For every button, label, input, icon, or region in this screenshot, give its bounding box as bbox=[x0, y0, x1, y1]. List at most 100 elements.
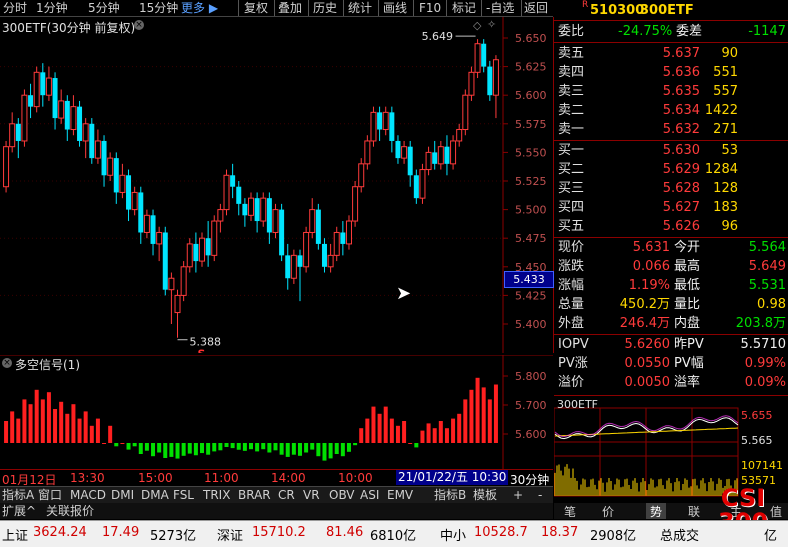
candle-body-down bbox=[40, 72, 46, 96]
close-circle-icon[interactable]: × bbox=[2, 358, 12, 368]
signal-bar-down bbox=[175, 443, 180, 459]
related-quotes-tab[interactable]: 关联报价 bbox=[46, 503, 94, 519]
candle-body-down bbox=[340, 232, 346, 244]
signal-indicator-chart[interactable]: 5.800 5.700 5.600 × 多空信号(1) bbox=[0, 355, 553, 469]
stat-row: 涨跌 0.066 最高 5.649 bbox=[554, 257, 788, 276]
signal-bar-up bbox=[475, 377, 480, 443]
close-circle-icon[interactable]: × bbox=[134, 20, 144, 30]
level-volume: 551 bbox=[713, 65, 738, 80]
bid-level-row[interactable]: 买一 5.630 53 bbox=[554, 141, 788, 160]
tab-dmi[interactable]: DMI bbox=[111, 487, 134, 503]
tab-brar[interactable]: BRAR bbox=[238, 487, 271, 503]
candle-body-down bbox=[162, 232, 168, 290]
stat-value: 246.4万 bbox=[619, 316, 670, 331]
stats-button[interactable]: 统计 bbox=[348, 0, 372, 16]
candlestick-chart[interactable]: 5.650 5.625 5.600 5.575 5.550 5.525 5.500 5.475… bbox=[0, 17, 554, 353]
signal-bar-up bbox=[53, 409, 58, 443]
level-label: 买五 bbox=[558, 219, 585, 234]
signal-bar-down bbox=[169, 443, 174, 457]
stat-label: 溢价 bbox=[558, 375, 585, 390]
candle-body-up bbox=[272, 209, 279, 233]
ask-level-row[interactable]: 卖一 5.632 271 bbox=[554, 120, 788, 139]
toolbar-divider bbox=[274, 0, 275, 16]
star-icon[interactable]: ✧ bbox=[487, 18, 496, 31]
bid-level-row[interactable]: 买四 5.627 183 bbox=[554, 198, 788, 217]
zoom-out-button[interactable]: - bbox=[538, 487, 542, 503]
signal-bar-up bbox=[463, 399, 468, 443]
signal-bar-up bbox=[83, 411, 88, 443]
stat-value: 0.98 bbox=[757, 297, 786, 312]
period-1min-button[interactable]: 1分钟 bbox=[36, 0, 68, 16]
tab-vr[interactable]: VR bbox=[303, 487, 320, 503]
candle-body-up bbox=[333, 231, 340, 256]
candle-body-down bbox=[138, 192, 144, 233]
tab-asi[interactable]: ASI bbox=[360, 487, 379, 503]
level-volume: 90 bbox=[721, 46, 738, 61]
signal-bar-up bbox=[16, 418, 21, 443]
f10-button[interactable]: F10 bbox=[419, 0, 441, 16]
tab-window[interactable]: 窗口 bbox=[38, 487, 62, 503]
zoom-in-button[interactable]: + bbox=[513, 487, 523, 503]
candle-body-up bbox=[211, 220, 218, 256]
time-label: 14:00 bbox=[271, 471, 306, 485]
tab-template[interactable]: 模板 bbox=[473, 487, 497, 503]
mark-button[interactable]: 标记 bbox=[452, 0, 476, 16]
expand-button[interactable]: 扩展^ bbox=[2, 503, 36, 519]
y-tick-label: 5.625 bbox=[515, 61, 547, 74]
signal-bar-up bbox=[377, 413, 382, 443]
stat-value: 0.0550 bbox=[624, 356, 671, 371]
mini-chart-title: 300ETF bbox=[557, 398, 598, 411]
tab-trades[interactable]: 笔 bbox=[564, 503, 576, 520]
signal-bar-up bbox=[359, 428, 364, 443]
diamond-icon[interactable]: ◇ bbox=[473, 19, 481, 32]
tab-obv[interactable]: OBV bbox=[329, 487, 355, 503]
ask-level-row[interactable]: 卖三 5.635 557 bbox=[554, 82, 788, 101]
zx-change: 18.37 bbox=[541, 525, 579, 540]
signal-bar-up bbox=[420, 430, 425, 443]
draw-line-button[interactable]: 画线 bbox=[383, 0, 407, 16]
back-button[interactable]: 返回 bbox=[524, 0, 548, 16]
overlay-button[interactable]: 叠加 bbox=[278, 0, 302, 16]
tab-macd[interactable]: MACD bbox=[70, 487, 106, 503]
tab-trix[interactable]: TRIX bbox=[203, 487, 230, 503]
candle-body-up bbox=[437, 146, 444, 165]
tab-trend[interactable]: 势 bbox=[646, 503, 667, 519]
period-fenshi-button[interactable]: 分时 bbox=[3, 0, 27, 16]
bid-level-row[interactable]: 买二 5.629 1284 bbox=[554, 160, 788, 179]
more-periods-button[interactable]: 更多 ▶ bbox=[181, 0, 218, 16]
bid-level-row[interactable]: 买三 5.628 128 bbox=[554, 179, 788, 198]
sz-amount: 6810亿 bbox=[370, 529, 417, 544]
tab-indicator-b[interactable]: 指标B bbox=[434, 487, 466, 503]
ask-level-row[interactable]: 卖二 5.634 1422 bbox=[554, 101, 788, 120]
candle-body-up bbox=[456, 129, 463, 142]
bid-level-row[interactable]: 买五 5.626 96 bbox=[554, 217, 788, 236]
signal-bar-down bbox=[187, 443, 192, 454]
level-label: 卖三 bbox=[558, 84, 585, 99]
signal-bar-up bbox=[481, 387, 486, 443]
fuquan-button[interactable]: 复权 bbox=[244, 0, 268, 16]
time-label: 11:00 bbox=[204, 471, 239, 485]
signal-bar-down bbox=[200, 443, 205, 454]
signal-bar-down bbox=[181, 443, 186, 456]
ask-level-row[interactable]: 卖五 5.637 90 bbox=[554, 44, 788, 63]
stat-value: 5.649 bbox=[748, 259, 786, 274]
y-tick-label: 5.575 bbox=[515, 118, 547, 131]
tab-emv[interactable]: EMV bbox=[387, 487, 413, 503]
tab-cr[interactable]: CR bbox=[278, 487, 295, 503]
history-button[interactable]: 历史 bbox=[313, 0, 337, 16]
signal-bar-up bbox=[95, 418, 100, 443]
tab-dma[interactable]: DMA bbox=[141, 487, 169, 503]
signal-bar-down bbox=[218, 443, 223, 451]
level-price: 5.634 bbox=[662, 103, 700, 118]
tab-price[interactable]: 价 bbox=[602, 503, 614, 520]
tab-fsl[interactable]: FSL bbox=[173, 487, 194, 503]
period-5min-button[interactable]: 5分钟 bbox=[88, 0, 120, 16]
period-toolbar: 分时 1分钟 5分钟 15分钟 更多 ▶ 复权 叠加 历史 统计 画线 F10 … bbox=[0, 0, 553, 17]
level-label: 买二 bbox=[558, 162, 585, 177]
ask-level-row[interactable]: 卖四 5.636 551 bbox=[554, 63, 788, 82]
tab-indicator-a[interactable]: 指标A bbox=[2, 487, 34, 503]
quote-panel: R 510300 300ETF 委比 -24.75% 委差 -1147 300E… bbox=[554, 0, 788, 546]
period-15min-button[interactable]: 15分钟 bbox=[139, 0, 178, 16]
signal-bar-down bbox=[114, 443, 119, 447]
remove-watchlist-button[interactable]: -自选 bbox=[486, 0, 514, 16]
